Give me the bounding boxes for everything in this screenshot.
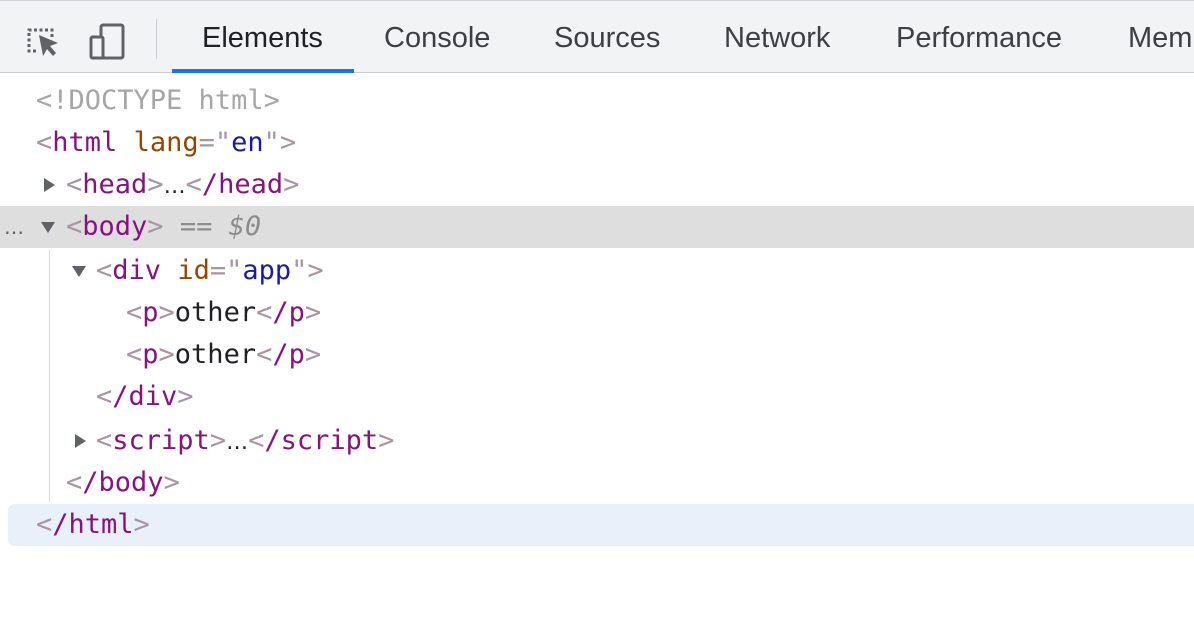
doctype-text: <!DOCTYPE html> bbox=[36, 85, 280, 116]
tree-node-head[interactable]: <head>…</head> bbox=[0, 164, 1194, 206]
inspect-element-icon[interactable] bbox=[22, 21, 62, 61]
active-tab-indicator bbox=[172, 69, 354, 73]
html-close-tag: /html bbox=[52, 509, 134, 540]
head-open-tag: head bbox=[82, 169, 148, 200]
tree-node-div-close[interactable]: </div> bbox=[0, 376, 1194, 418]
device-toolbar-icon[interactable] bbox=[88, 21, 128, 61]
tab-performance[interactable]: Performance bbox=[896, 1, 1062, 73]
tab-elements[interactable]: Elements bbox=[202, 1, 323, 73]
div-attr-value: app bbox=[242, 255, 292, 286]
collapse-arrow-icon[interactable] bbox=[72, 266, 86, 277]
body-close-tag: /body bbox=[82, 467, 164, 498]
p-close-tag: /p bbox=[272, 297, 305, 328]
tab-memory[interactable]: Mem bbox=[1128, 1, 1192, 73]
tree-node-div[interactable]: <div id="app"> bbox=[0, 250, 1194, 292]
body-tag-name: body bbox=[82, 211, 148, 242]
tree-node-doctype[interactable]: <!DOCTYPE html> bbox=[0, 80, 1194, 122]
div-attr-name: id bbox=[177, 255, 210, 286]
p-text: other bbox=[174, 297, 257, 328]
tree-node-script[interactable]: <script>…</script> bbox=[0, 420, 1194, 462]
expand-arrow-icon[interactable] bbox=[44, 178, 55, 192]
tab-network[interactable]: Network bbox=[724, 1, 830, 73]
html-tag-name: html bbox=[52, 127, 118, 158]
expand-arrow-icon[interactable] bbox=[75, 434, 86, 448]
dom-tree: <!DOCTYPE html> <html lang="en"> <head>…… bbox=[0, 74, 1194, 610]
selected-eq-marker: == bbox=[179, 211, 213, 242]
head-close-tag: /head bbox=[201, 169, 284, 200]
selected-ref-marker: $0 bbox=[228, 211, 262, 242]
p-text: other bbox=[174, 339, 257, 370]
head-ellipsis[interactable]: … bbox=[164, 174, 186, 199]
devtools-toolbar: Elements Console Sources Network Perform… bbox=[0, 0, 1194, 73]
p-close-tag: /p bbox=[272, 339, 305, 370]
script-close-tag: /script bbox=[264, 425, 379, 456]
tree-node-p[interactable]: <p>other</p> bbox=[0, 334, 1194, 376]
html-attr-name: lang bbox=[133, 127, 199, 158]
node-actions-dots-icon[interactable]: … bbox=[4, 206, 25, 248]
toolbar-divider bbox=[156, 19, 157, 59]
p-open-tag: p bbox=[142, 297, 159, 328]
div-close-tag: /div bbox=[112, 381, 178, 412]
script-ellipsis[interactable]: … bbox=[226, 430, 248, 455]
html-attr-value: en bbox=[231, 127, 264, 158]
tree-node-html-close[interactable]: </html> bbox=[0, 504, 1194, 546]
collapse-arrow-icon[interactable] bbox=[41, 222, 55, 233]
p-open-tag: p bbox=[142, 339, 159, 370]
tree-node-body-close[interactable]: </body> bbox=[0, 462, 1194, 504]
script-open-tag: script bbox=[112, 425, 210, 456]
tab-console[interactable]: Console bbox=[384, 1, 490, 73]
tree-node-p[interactable]: <p>other</p> bbox=[0, 292, 1194, 334]
tab-sources[interactable]: Sources bbox=[554, 1, 660, 73]
div-tag-name: div bbox=[112, 255, 162, 286]
tree-node-html[interactable]: <html lang="en"> bbox=[0, 122, 1194, 164]
tree-node-body-selected[interactable]: … <body> == $0 bbox=[0, 206, 1194, 248]
